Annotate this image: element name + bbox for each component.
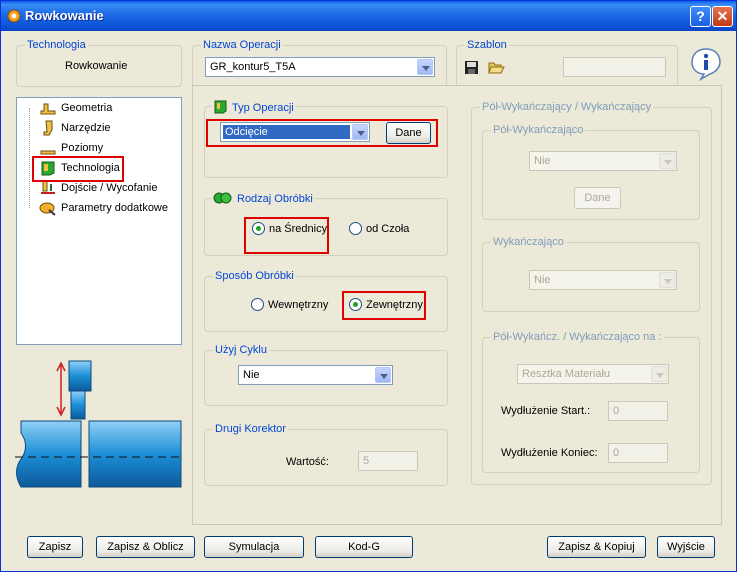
kod-g-button[interactable]: Kod-G bbox=[315, 536, 413, 558]
nazwa-operacji-combo[interactable]: GR_kontur5_T5A bbox=[205, 57, 435, 77]
polwyk-dane-button[interactable]: Dane bbox=[574, 187, 621, 209]
tree-item-label: Poziomy bbox=[61, 142, 104, 154]
tree-item-poziomy[interactable]: Poziomy bbox=[39, 140, 103, 156]
na-combo[interactable]: Resztka Materiału bbox=[517, 364, 669, 384]
technology-icon bbox=[214, 100, 227, 114]
radio-indicator[interactable] bbox=[251, 298, 264, 311]
rodzaj-obrobki-label: Rodzaj Obróbki bbox=[237, 193, 313, 205]
tree-item-label: Geometria bbox=[61, 102, 113, 114]
levels-icon bbox=[40, 150, 56, 155]
typ-operacji-legend: Typ Operacji bbox=[211, 100, 296, 114]
wyjscie-button[interactable]: Wyjście bbox=[657, 536, 715, 558]
tool-icon bbox=[43, 120, 53, 136]
title-bar[interactable]: Rowkowanie ? ✕ bbox=[1, 1, 736, 31]
window-title: Rowkowanie bbox=[25, 8, 104, 23]
tree-item-geometria[interactable]: Geometria bbox=[39, 100, 112, 116]
technologia-value: Rowkowanie bbox=[65, 60, 128, 72]
radio-label: Wewnętrzny bbox=[268, 298, 329, 311]
save-icon[interactable] bbox=[464, 60, 479, 75]
help-button[interactable]: ? bbox=[690, 6, 711, 27]
start-input[interactable]: 0 bbox=[608, 401, 668, 421]
zapisz-oblicz-button[interactable]: Zapisz & Oblicz bbox=[96, 536, 195, 558]
radio-indicator[interactable] bbox=[349, 222, 362, 235]
grooving-illustration bbox=[15, 360, 183, 488]
chevron-down-icon[interactable] bbox=[417, 59, 433, 75]
technologia-label: Technologia bbox=[25, 39, 88, 51]
na-label: Pół-Wykańcz. / Wykańczająco na : bbox=[491, 331, 664, 343]
technologia-group: Technologia Rowkowanie bbox=[16, 39, 182, 87]
polwyk-value: Nie bbox=[534, 155, 551, 167]
typ-operacji-label: Typ Operacji bbox=[232, 102, 294, 114]
end-label: Wydłużenie Koniec: bbox=[501, 447, 598, 459]
zapisz-kopiuj-button[interactable]: Zapisz & Kopiuj bbox=[547, 536, 646, 558]
wyk-value: Nie bbox=[534, 274, 551, 286]
tree-item-label: Narzędzie bbox=[61, 122, 111, 134]
highlight-technologia bbox=[32, 156, 124, 182]
end-input[interactable]: 0 bbox=[608, 443, 668, 463]
polwyk-label: Pół-Wykańczająco bbox=[491, 124, 586, 136]
uzyj-cyklu-combo[interactable]: Nie bbox=[238, 365, 393, 385]
nazwa-operacji-label: Nazwa Operacji bbox=[201, 39, 283, 51]
drugi-korektor-label: Drugi Korektor bbox=[213, 423, 288, 435]
polwyk-combo[interactable]: Nie bbox=[529, 151, 677, 171]
close-button[interactable]: ✕ bbox=[712, 6, 733, 27]
chevron-down-icon[interactable] bbox=[651, 366, 667, 382]
polwykanczajacy-title: Pół-Wykańczający / Wykańczający bbox=[480, 101, 654, 113]
szablon-label: Szablon bbox=[465, 39, 509, 51]
wyk-combo[interactable]: Nie bbox=[529, 270, 677, 290]
navigation-tree: Geometria Narzędzie Poziomy Technologia … bbox=[16, 97, 182, 345]
rodzaj-obrobki-legend: Rodzaj Obróbki bbox=[211, 192, 315, 205]
highlight-na-srednicy bbox=[244, 217, 329, 254]
wartosc-input[interactable]: 5 bbox=[358, 451, 418, 471]
geometry-icon bbox=[40, 103, 56, 115]
nazwa-operacji-group: Nazwa Operacji GR_kontur5_T5A bbox=[192, 39, 447, 87]
nazwa-operacji-value: GR_kontur5_T5A bbox=[210, 61, 296, 73]
radio-od-czola[interactable]: od Czoła bbox=[349, 222, 409, 235]
tree-item-label: Dojście / Wycofanie bbox=[61, 182, 158, 194]
tree-item-narzedzie[interactable]: Narzędzie bbox=[39, 120, 111, 136]
na-value: Resztka Materiału bbox=[522, 368, 611, 380]
tree-item-label: Parametry dodatkowe bbox=[61, 202, 168, 214]
tree-item-dojscie[interactable]: Dojście / Wycofanie bbox=[39, 180, 158, 196]
chevron-down-icon[interactable] bbox=[659, 153, 675, 169]
approach-icon bbox=[41, 180, 55, 194]
chevron-down-icon[interactable] bbox=[375, 367, 391, 383]
radio-label: od Czoła bbox=[366, 222, 410, 235]
uzyj-cyklu-value: Nie bbox=[243, 369, 260, 381]
highlight-zewnetrzny bbox=[342, 291, 426, 320]
uzyj-cyklu-label: Użyj Cyklu bbox=[213, 344, 269, 356]
zapisz-button[interactable]: Zapisz bbox=[27, 536, 83, 558]
dialog-window: Rowkowanie ? ✕ Technologia Rowkowanie Na… bbox=[0, 0, 737, 572]
wyk-label: Wykańczająco bbox=[491, 236, 566, 248]
open-folder-icon[interactable] bbox=[488, 60, 505, 75]
app-icon bbox=[7, 9, 21, 23]
chevron-down-icon[interactable] bbox=[659, 272, 675, 288]
part-icon bbox=[213, 192, 232, 204]
parameters-icon bbox=[39, 202, 56, 216]
sposob-obrobki-label: Sposób Obróbki bbox=[213, 270, 296, 282]
szablon-input[interactable] bbox=[563, 57, 666, 77]
wartosc-label: Wartość: bbox=[286, 456, 329, 468]
tree-item-parametry[interactable]: Parametry dodatkowe bbox=[39, 200, 168, 216]
symulacja-button[interactable]: Symulacja bbox=[204, 536, 304, 558]
highlight-typ-operacji bbox=[206, 119, 438, 147]
info-icon[interactable] bbox=[689, 47, 723, 81]
radio-wewnetrzny[interactable]: Wewnętrzny bbox=[251, 298, 328, 311]
szablon-group: Szablon bbox=[456, 39, 678, 87]
start-label: Wydłużenie Start.: bbox=[501, 405, 591, 417]
